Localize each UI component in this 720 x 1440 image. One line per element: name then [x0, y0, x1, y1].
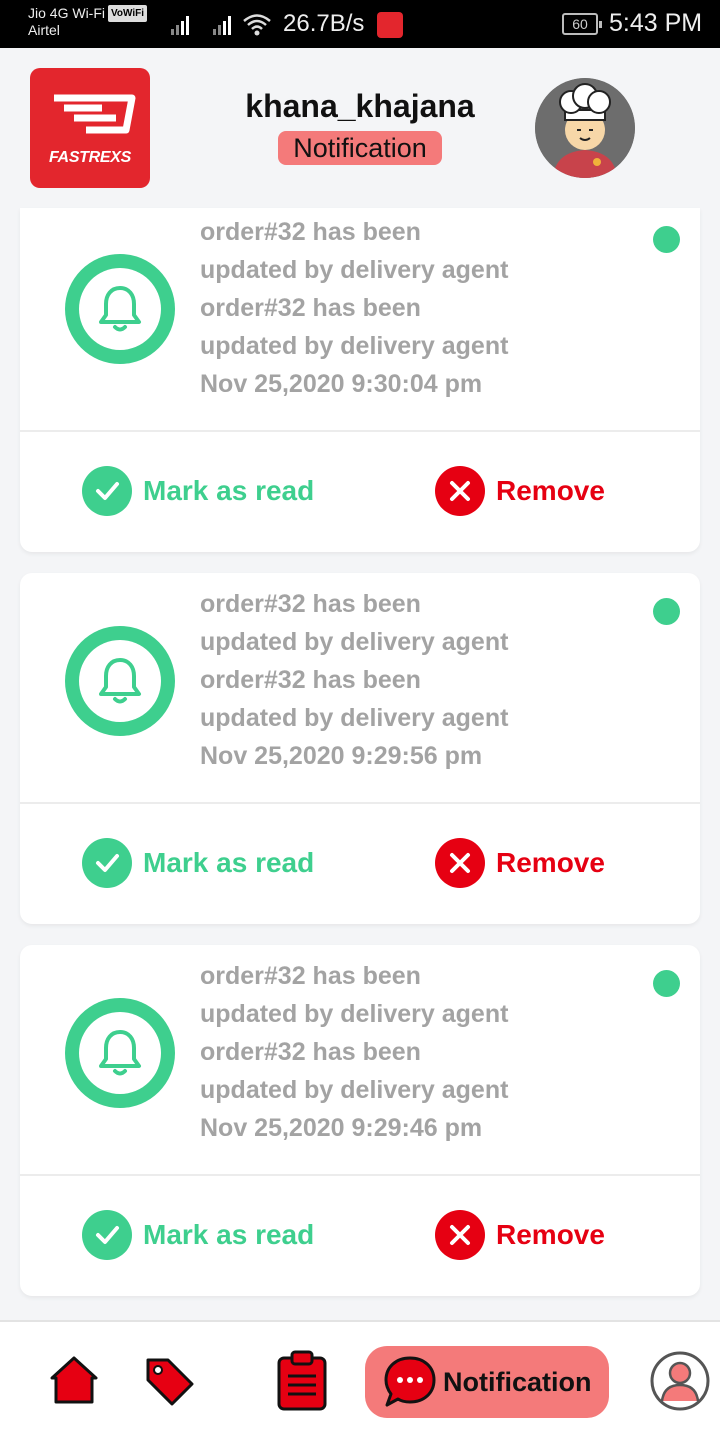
- notification-text: updated by delivery agent: [200, 1000, 509, 1028]
- mark-as-read-label: Mark as read: [143, 475, 315, 506]
- chat-icon: [384, 1356, 436, 1407]
- notification-text: order#32 has been: [200, 294, 421, 322]
- signal-icon: [171, 13, 189, 35]
- carrier-info: Jio 4G Wi-Fi VoWiFi Airtel: [28, 5, 148, 39]
- notification-text: order#32 has been: [200, 590, 421, 618]
- vowifi-badge: VoWiFi: [108, 5, 148, 22]
- remove-label: Remove: [496, 475, 605, 506]
- notification-card: order#32 has been updated by delivery age…: [20, 573, 700, 924]
- clipboard-icon: [277, 1350, 327, 1411]
- notification-text: order#32 has been: [200, 962, 421, 990]
- logo-text: FASTREXS: [48, 149, 132, 166]
- bell-badge: [65, 254, 175, 364]
- mark-as-read-label: Mark as read: [143, 847, 315, 878]
- notification-timestamp: Nov 25,2020 9:29:56 pm: [200, 742, 483, 770]
- check-icon: [82, 466, 132, 516]
- close-icon: [435, 1210, 485, 1260]
- carrier-line-1: Jio 4G Wi-Fi: [28, 5, 105, 21]
- notification-text: order#32 has been: [200, 666, 421, 694]
- status-bar: Jio 4G Wi-Fi VoWiFi Airtel 26.7B/s 60 5:4…: [0, 0, 720, 48]
- home-icon: [50, 1356, 98, 1404]
- unread-indicator: [653, 970, 680, 997]
- bell-icon: [99, 1030, 141, 1076]
- notification-text: updated by delivery agent: [200, 704, 509, 732]
- avatar[interactable]: [535, 78, 635, 178]
- fastrexs-logo: FASTREXS: [30, 68, 150, 188]
- divider: [20, 430, 700, 432]
- check-icon: [82, 1210, 132, 1260]
- notification-timestamp: Nov 25,2020 9:30:04 pm: [200, 370, 483, 398]
- unread-indicator: [653, 598, 680, 625]
- notification-message: order#32 has been updated by delivery age…: [200, 957, 600, 1147]
- page-title: khana_khajana: [245, 88, 475, 124]
- notification-text: updated by delivery agent: [200, 1076, 509, 1104]
- battery-icon: 60: [562, 13, 602, 35]
- nav-profile[interactable]: [650, 1351, 710, 1411]
- wifi-icon: [243, 14, 271, 36]
- network-speed: 26.7B/s: [283, 10, 365, 37]
- notification-message: order#32 has been updated by delivery age…: [200, 213, 600, 403]
- nav-offers[interactable]: [142, 1354, 196, 1408]
- close-icon: [435, 838, 485, 888]
- bell-icon: [99, 658, 141, 704]
- nav-notification-label: Notification: [443, 1367, 592, 1397]
- bottom-nav: Notification: [0, 1320, 720, 1440]
- page-badge: Notification: [278, 131, 442, 165]
- bell-badge: [65, 998, 175, 1108]
- notification-text: order#32 has been: [200, 1038, 421, 1066]
- check-icon: [82, 838, 132, 888]
- remove-button[interactable]: Remove: [435, 465, 605, 517]
- remove-label: Remove: [496, 1219, 605, 1250]
- profile-icon: [650, 1351, 710, 1411]
- bell-icon: [99, 286, 141, 332]
- nav-orders[interactable]: [276, 1350, 328, 1412]
- logo-mark-icon: [54, 94, 136, 134]
- close-icon: [435, 466, 485, 516]
- notification-timestamp: Nov 25,2020 9:29:46 pm: [200, 1114, 483, 1142]
- divider: [20, 802, 700, 804]
- notification-message: order#32 has been updated by delivery age…: [200, 585, 600, 775]
- remove-label: Remove: [496, 847, 605, 878]
- notification-text: updated by delivery agent: [200, 332, 509, 360]
- notification-text: order#32 has been: [200, 218, 421, 246]
- clock: 5:43 PM: [609, 9, 703, 37]
- notification-card: order#32 has been updated by delivery age…: [20, 945, 700, 1296]
- nav-notification[interactable]: Notification: [365, 1346, 609, 1418]
- mark-as-read-button[interactable]: Mark as read: [82, 465, 314, 517]
- notification-text: updated by delivery agent: [200, 628, 509, 656]
- notification-card: order#32 has been updated by delivery age…: [20, 208, 700, 552]
- mark-as-read-button[interactable]: Mark as read: [82, 1209, 314, 1261]
- remove-button[interactable]: Remove: [435, 837, 605, 889]
- mark-as-read-button[interactable]: Mark as read: [82, 837, 314, 889]
- unread-indicator: [653, 226, 680, 253]
- nav-home[interactable]: [48, 1354, 100, 1406]
- bell-badge: [65, 626, 175, 736]
- signal-icon: [213, 13, 231, 35]
- chef-avatar-icon: [535, 78, 635, 178]
- carrier-line-2: Airtel: [28, 22, 60, 38]
- remove-button[interactable]: Remove: [435, 1209, 605, 1261]
- mark-as-read-label: Mark as read: [143, 1219, 315, 1250]
- app-notification-icon: [377, 12, 403, 38]
- tag-icon: [146, 1358, 194, 1406]
- notification-text: updated by delivery agent: [200, 256, 509, 284]
- divider: [20, 1174, 700, 1176]
